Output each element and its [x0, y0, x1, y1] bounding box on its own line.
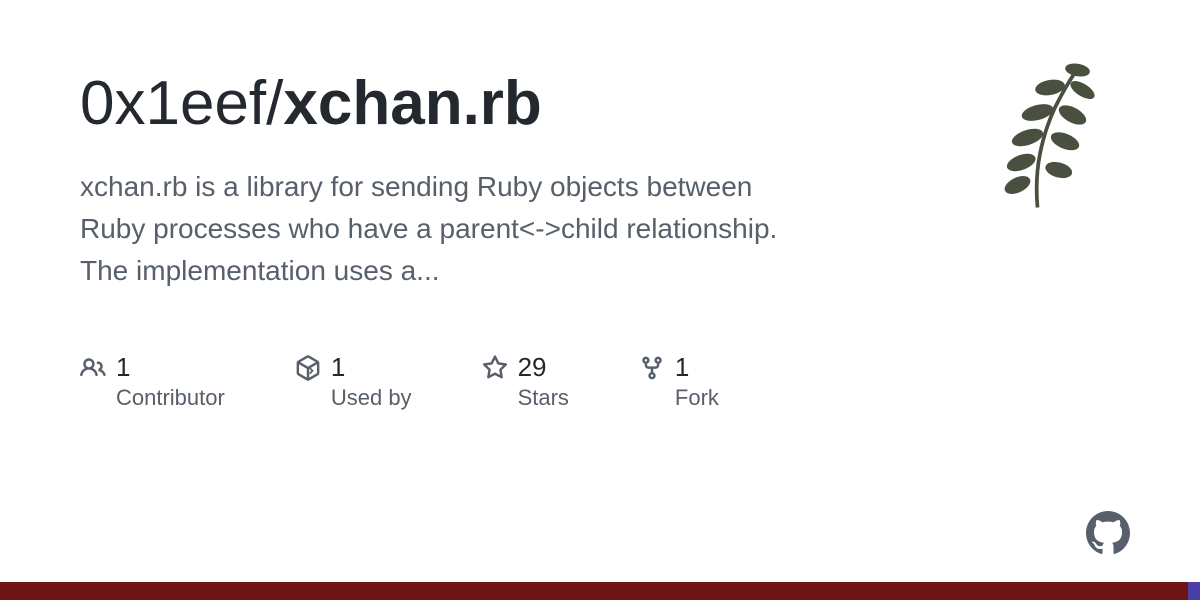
- repo-owner: 0x1eef: [80, 69, 266, 138]
- repo-description: xchan.rb is a library for sending Ruby o…: [80, 166, 810, 292]
- stat-stars: 29 Stars: [482, 352, 569, 411]
- repo-title: 0x1eef/xchan.rb: [80, 70, 1120, 138]
- plant-icon: [975, 60, 1105, 210]
- fork-icon: [639, 355, 665, 381]
- stats-row: 1 Contributor 1 Used by 29 Stars: [80, 352, 1120, 411]
- github-logo-icon: [1086, 511, 1130, 555]
- language-bar: [0, 582, 1200, 600]
- stars-count: 29: [518, 352, 547, 383]
- usedby-count: 1: [331, 352, 345, 383]
- forks-label: Fork: [675, 385, 719, 411]
- contributors-label: Contributor: [116, 385, 225, 411]
- star-icon: [482, 355, 508, 381]
- forks-count: 1: [675, 352, 689, 383]
- stat-usedby: 1 Used by: [295, 352, 412, 411]
- stars-label: Stars: [518, 385, 569, 411]
- contributors-count: 1: [116, 352, 130, 383]
- repo-name: xchan.rb: [283, 69, 541, 138]
- stat-forks: 1 Fork: [639, 352, 719, 411]
- contributors-icon: [80, 355, 106, 381]
- usedby-label: Used by: [331, 385, 412, 411]
- language-bar-ruby: [0, 582, 1188, 600]
- stat-contributors: 1 Contributor: [80, 352, 225, 411]
- repo-separator: /: [266, 69, 283, 138]
- repo-card: 0x1eef/xchan.rb xchan.rb is a library fo…: [0, 0, 1200, 600]
- usedby-icon: [295, 355, 321, 381]
- language-bar-other: [1188, 582, 1200, 600]
